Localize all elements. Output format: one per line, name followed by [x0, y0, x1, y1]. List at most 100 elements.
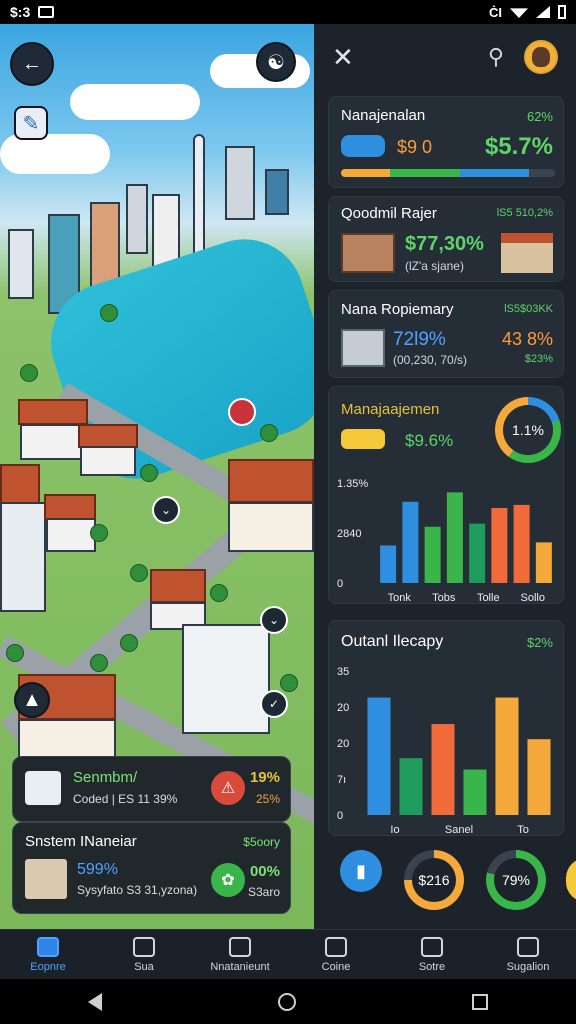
battery-icon — [558, 5, 566, 19]
y-tick-label: 7ı — [337, 774, 346, 786]
bar — [495, 697, 519, 815]
group-photo-icon — [25, 859, 67, 899]
progress-blue — [459, 169, 530, 177]
x-tick-label: To — [517, 824, 529, 836]
avatar-face — [532, 47, 550, 67]
card-outanl-ilecapy[interactable]: Outanl Ilecapy $2% 3520207ı0IoSanelToOn — [328, 620, 564, 836]
back-arrow-icon: ← — [22, 52, 42, 75]
nav-item-2[interactable]: Nnatanieunt — [192, 930, 288, 979]
progress-green — [389, 169, 460, 177]
apartment — [0, 502, 46, 612]
card-manajaajemen[interactable]: Manajaajemen $9.6% 1.1% 1.35% 2840 0 Tonk To… — [328, 386, 564, 604]
check-icon: ✓ — [268, 697, 280, 711]
map-marker[interactable]: ⌄ — [260, 606, 288, 634]
y-tick-label: 0 — [337, 810, 343, 822]
info-card-server[interactable]: Senmbm/ Coded | ES 11 39% ⚠ 19% 25% — [12, 756, 291, 822]
tree — [20, 364, 38, 382]
card-pct: $2% — [526, 635, 553, 650]
card-pct-top: $5oory — [243, 835, 280, 849]
close-icon[interactable]: ✕ — [332, 42, 354, 73]
house — [46, 518, 96, 552]
y-tick-label: 0 — [337, 578, 343, 590]
cloud — [0, 134, 110, 174]
notification-icon — [38, 6, 55, 18]
bar — [380, 545, 397, 583]
nav-item-4[interactable]: Sotre — [384, 930, 480, 979]
card-title: Nanajenalan — [341, 107, 426, 124]
card-nanajenalan[interactable]: Nanajenalan 62% $9 0 $5.7% — [328, 96, 564, 188]
nav-item-0[interactable]: Eopnre — [0, 930, 96, 979]
bar-chart-b: 3520207ı0IoSanelToOn — [337, 666, 551, 836]
map-marker[interactable] — [228, 398, 256, 426]
nav-item-1[interactable]: Sua — [96, 930, 192, 979]
avatar[interactable] — [524, 40, 558, 74]
partial-donut — [566, 858, 576, 902]
y-tick-label: 1.35% — [337, 478, 368, 490]
tree — [130, 564, 148, 582]
nav-icon — [229, 936, 251, 957]
system-navigation — [0, 979, 576, 1024]
tree — [120, 634, 138, 652]
card-subtitle: Coded | ES 11 39% — [73, 792, 178, 806]
house-roof — [228, 459, 314, 503]
card-title: Snstem INaneiar — [25, 833, 137, 850]
search-icon[interactable]: ⚲ — [488, 44, 504, 70]
cloud — [70, 84, 200, 120]
bar — [367, 697, 391, 815]
map-marker[interactable]: ✓ — [260, 690, 288, 718]
shop-icon — [501, 233, 553, 273]
system-recents-icon[interactable] — [472, 993, 488, 1010]
bar — [399, 758, 423, 815]
map-layers-button[interactable]: ☯ — [256, 42, 296, 82]
down-chevron-icon: ⌄ — [160, 503, 172, 517]
nav-item-3[interactable]: Coine — [288, 930, 384, 979]
wifi-icon — [510, 8, 528, 18]
map-marker[interactable]: ⌄ — [152, 496, 180, 524]
bookmark-icon[interactable]: ▮ — [340, 850, 382, 892]
tree — [90, 524, 108, 542]
tower-building — [126, 184, 148, 254]
tree — [210, 584, 228, 602]
x-tick-label: Sanel — [445, 824, 473, 836]
house-roof — [150, 569, 206, 603]
system-back-icon[interactable] — [88, 992, 102, 1011]
bar — [527, 739, 551, 815]
server-icon — [25, 771, 61, 805]
nav-label: Sugalion — [506, 960, 550, 973]
nav-item-5[interactable]: Sugalion — [480, 930, 576, 979]
progress-orange — [341, 169, 390, 177]
y-tick-label: 2840 — [337, 528, 361, 540]
x-tick-label: Io — [390, 824, 399, 836]
city-map[interactable]: ← ☯ ✎ ⌄ ⌄ ✓ ▲ Senmbm/ Coded | ES 11 39% … — [0, 24, 314, 929]
back-button[interactable]: ← — [10, 42, 54, 86]
status-time: $:3 — [10, 4, 31, 20]
house-roof — [18, 399, 88, 425]
card-title: Senmbm/ — [73, 769, 138, 786]
nav-icon — [325, 936, 347, 957]
house — [80, 446, 136, 476]
card-value: $9.6% — [405, 431, 454, 450]
system-home-icon[interactable] — [278, 992, 296, 1011]
info-card-system[interactable]: Snstem INaneiar 599% Sysyfato S3 31,yzon… — [12, 822, 291, 914]
bar — [402, 501, 419, 583]
card-nana-ropiemary[interactable]: Nana Ropiemary ƖS5$03KK 72Ɩ9% (00,230, 7… — [328, 290, 564, 378]
toolbox-icon: ✎ — [22, 112, 40, 135]
nav-label: Coine — [321, 960, 351, 973]
status-right-text: ĊΙ — [489, 4, 502, 20]
bar — [463, 769, 487, 815]
office-building — [182, 624, 270, 734]
house-roof — [44, 494, 96, 520]
card-pct-bottom: 25% — [255, 792, 280, 806]
card-qoodmil[interactable]: Qoodmil Rajer ƖS5 510,2% $77,30% (ƖZ'a s… — [328, 196, 564, 282]
taxi-icon — [341, 429, 385, 449]
card-right-value: 43 8% — [501, 329, 553, 349]
card-right-small: $23% — [524, 353, 553, 365]
card-pct-top: 19% — [249, 769, 280, 786]
house — [228, 502, 314, 552]
tree — [280, 674, 298, 692]
road-icon: ▲ — [22, 688, 42, 711]
toolbox-button[interactable]: ✎ — [14, 106, 48, 140]
nav-label: Sotre — [418, 960, 446, 973]
road-tool-button[interactable]: ▲ — [14, 682, 50, 718]
bar — [424, 526, 441, 583]
